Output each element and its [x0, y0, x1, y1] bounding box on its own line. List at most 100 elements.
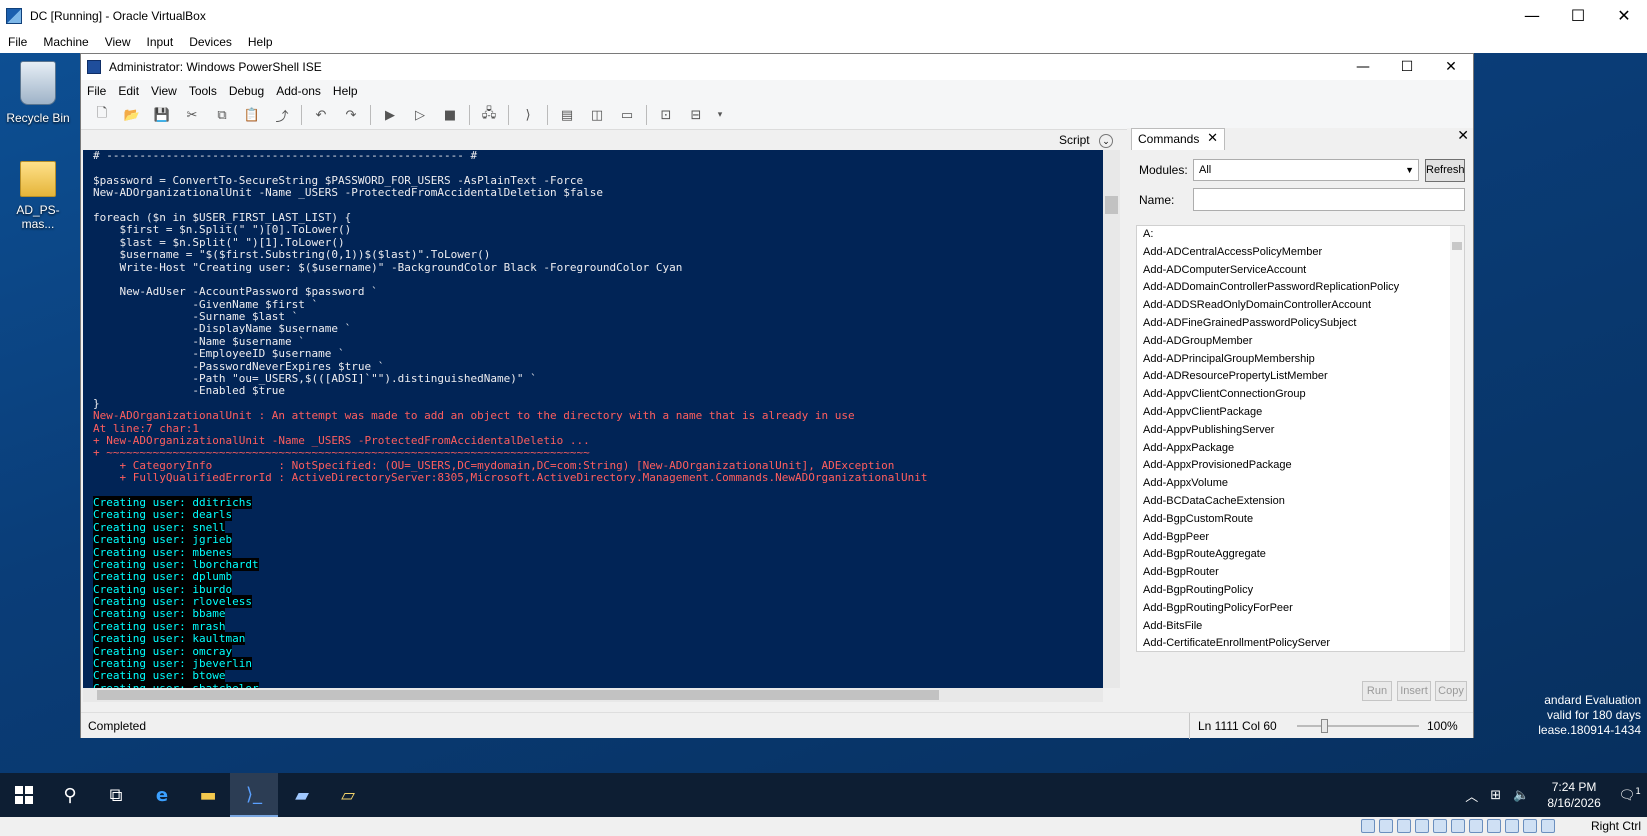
- command-list-item[interactable]: Add-ADResourcePropertyListMember: [1137, 368, 1464, 386]
- commands-list-scrollbar[interactable]: [1450, 226, 1464, 651]
- close-icon[interactable]: ✕: [1207, 129, 1218, 149]
- command-list-item[interactable]: Add-ADComputerServiceAccount: [1137, 262, 1464, 280]
- keyboard-icon[interactable]: [1541, 819, 1555, 833]
- command-list-item[interactable]: Add-ADCentralAccessPolicyMember: [1137, 244, 1464, 262]
- command-list-item[interactable]: Add-AppvPublishingServer: [1137, 422, 1464, 440]
- command-list-item[interactable]: Add-BgpRouter: [1137, 564, 1464, 582]
- command-list-item[interactable]: Add-AppxProvisionedPackage: [1137, 457, 1464, 475]
- cpu-icon[interactable]: [1505, 819, 1519, 833]
- start-button[interactable]: [0, 773, 48, 817]
- open-file-icon[interactable]: 📂: [122, 105, 142, 125]
- stop-icon[interactable]: ■: [440, 105, 460, 125]
- name-input[interactable]: [1193, 188, 1465, 211]
- new-file-icon[interactable]: 🗋: [92, 105, 112, 125]
- powershell-ise-taskbar-icon[interactable]: ⟩_: [230, 773, 278, 817]
- zoom-slider[interactable]: [1297, 725, 1419, 727]
- zoom-slider-handle[interactable]: [1321, 719, 1328, 733]
- console-vertical-scrollbar[interactable]: [1103, 150, 1120, 688]
- command-list-item[interactable]: Add-ADFineGrainedPasswordPolicySubject: [1137, 315, 1464, 333]
- task-view-icon[interactable]: ⧉: [92, 773, 140, 817]
- commands-tab[interactable]: Commands ✕: [1131, 128, 1225, 150]
- command-list-item[interactable]: Add-BgpRoutingPolicy: [1137, 582, 1464, 600]
- server-manager-icon[interactable]: ▰: [278, 773, 326, 817]
- network-adapter-icon[interactable]: [1415, 819, 1429, 833]
- command-list-item[interactable]: Add-BitsFile: [1137, 618, 1464, 636]
- maximize-button[interactable]: ☐: [1555, 0, 1601, 31]
- desktop-icon-recycle-bin[interactable]: Recycle Bin: [0, 61, 76, 125]
- command-list-item[interactable]: Add-BgpCustomRoute: [1137, 511, 1464, 529]
- clear-console-icon[interactable]: ⤴: [272, 105, 292, 125]
- vb-menu-file[interactable]: File: [0, 35, 35, 49]
- ise-menu-debug[interactable]: Debug: [223, 84, 270, 98]
- ise-menu-tools[interactable]: Tools: [183, 84, 223, 98]
- command-list-item[interactable]: Add-AppvClientConnectionGroup: [1137, 386, 1464, 404]
- layout-top-icon[interactable]: ▤: [557, 105, 577, 125]
- undo-icon[interactable]: ↶: [311, 105, 331, 125]
- run-button[interactable]: Run: [1362, 681, 1392, 701]
- run-selection-icon[interactable]: ▷: [410, 105, 430, 125]
- command-list-item[interactable]: Add-BgpRoutingPolicyForPeer: [1137, 600, 1464, 618]
- copy-button[interactable]: Copy: [1435, 681, 1467, 701]
- paste-icon[interactable]: 📋: [242, 105, 262, 125]
- show-hidden-icons-icon[interactable]: ︿: [1465, 786, 1478, 805]
- command-list-item[interactable]: Add-BgpRouteAggregate: [1137, 546, 1464, 564]
- scrollbar-thumb[interactable]: [1105, 196, 1118, 214]
- command-list-item[interactable]: Add-CertificateEnrollmentPolicyServer: [1137, 635, 1464, 651]
- refresh-button[interactable]: Refresh: [1425, 159, 1465, 182]
- hard-disk-icon[interactable]: [1361, 819, 1375, 833]
- notification-center-icon[interactable]: 🗨1: [1619, 787, 1641, 803]
- internet-explorer-icon[interactable]: e: [138, 773, 186, 817]
- insert-button[interactable]: Insert: [1397, 681, 1431, 701]
- minimize-button[interactable]: —: [1509, 0, 1555, 31]
- shared-folders-icon[interactable]: [1451, 819, 1465, 833]
- vb-menu-input[interactable]: Input: [139, 35, 182, 49]
- start-powershell-icon[interactable]: ⟩: [518, 105, 538, 125]
- ise-menu-addons[interactable]: Add-ons: [270, 84, 327, 98]
- command-list-item[interactable]: Add-BgpPeer: [1137, 529, 1464, 547]
- run-script-icon[interactable]: ▶: [380, 105, 400, 125]
- commands-list[interactable]: A: Add-ADCentralAccessPolicyMember Add-ADC…: [1136, 225, 1465, 652]
- console-horizontal-scrollbar[interactable]: [83, 688, 1103, 702]
- command-list-item[interactable]: Add-ADGroupMember: [1137, 333, 1464, 351]
- cut-icon[interactable]: ✂: [182, 105, 202, 125]
- ise-menu-file[interactable]: File: [81, 84, 112, 98]
- desktop-icon-ad-folder[interactable]: AD_PS-mas...: [0, 155, 76, 231]
- show-commands-icon[interactable]: ⊟: [686, 105, 706, 125]
- command-list-item[interactable]: Add-ADDSReadOnlyDomainControllerAccount: [1137, 297, 1464, 315]
- command-list-item[interactable]: Add-AppvClientPackage: [1137, 404, 1464, 422]
- ise-minimize-button[interactable]: —: [1341, 54, 1385, 80]
- notepad-icon[interactable]: ▱: [324, 773, 372, 817]
- layout-maximized-icon[interactable]: ▭: [617, 105, 637, 125]
- clock[interactable]: 7:24 PM 8/16/2026: [1547, 779, 1600, 811]
- display-icon[interactable]: [1469, 819, 1483, 833]
- volume-icon[interactable]: 🔈: [1513, 788, 1529, 803]
- optical-drive-icon[interactable]: [1379, 819, 1393, 833]
- save-icon[interactable]: 💾: [152, 105, 172, 125]
- close-button[interactable]: ✕: [1601, 0, 1647, 31]
- ise-menu-view[interactable]: View: [145, 84, 183, 98]
- command-list-item[interactable]: A:: [1137, 226, 1464, 244]
- file-explorer-icon[interactable]: ▬: [184, 773, 232, 817]
- audio-icon[interactable]: [1397, 819, 1411, 833]
- close-commands-icon[interactable]: ✕: [1457, 128, 1469, 144]
- redo-icon[interactable]: ↷: [341, 105, 361, 125]
- command-list-item[interactable]: Add-ADPrincipalGroupMembership: [1137, 351, 1464, 369]
- command-list-item[interactable]: Add-BCDataCacheExtension: [1137, 493, 1464, 511]
- copy-icon[interactable]: ⧉: [212, 105, 232, 125]
- vb-menu-devices[interactable]: Devices: [181, 35, 240, 49]
- remote-powershell-icon[interactable]: 🖧: [479, 105, 499, 125]
- scrollbar-thumb[interactable]: [97, 690, 939, 700]
- ise-close-button[interactable]: ✕: [1429, 54, 1473, 80]
- vb-menu-view[interactable]: View: [97, 35, 139, 49]
- console-pane[interactable]: # --------------------------------------…: [83, 150, 1103, 688]
- vb-menu-help[interactable]: Help: [240, 35, 281, 49]
- show-script-pane-icon[interactable]: ⊡: [656, 105, 676, 125]
- toolbar-overflow-icon[interactable]: ▾: [716, 105, 724, 125]
- ise-maximize-button[interactable]: ☐: [1385, 54, 1429, 80]
- ise-menu-edit[interactable]: Edit: [112, 84, 145, 98]
- mouse-integration-icon[interactable]: [1523, 819, 1537, 833]
- scrollbar-thumb[interactable]: [1452, 242, 1462, 250]
- vb-menu-machine[interactable]: Machine: [35, 35, 96, 49]
- modules-select[interactable]: All ▼: [1193, 159, 1419, 181]
- network-icon[interactable]: ⊞: [1490, 788, 1501, 803]
